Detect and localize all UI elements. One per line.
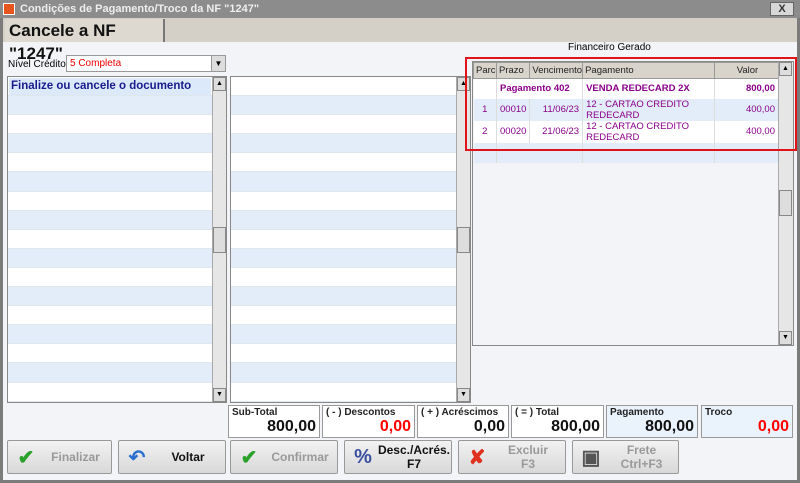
percent-icon: % <box>354 445 372 468</box>
total-label: Sub-Total <box>232 407 278 418</box>
excluir-label: Excluir <box>507 443 549 457</box>
grid-row[interactable] <box>231 325 470 345</box>
check-icon: ✔ <box>240 446 258 469</box>
scroll-thumb[interactable] <box>213 227 226 253</box>
x-icon: ✘ <box>468 446 486 469</box>
total-value: 800,00 <box>551 418 600 435</box>
financeiro-title: Financeiro Gerado <box>568 42 651 53</box>
tab-cancel-nf[interactable]: Cancele a NF "1247" <box>5 19 165 63</box>
confirmar-button[interactable]: ✔ Confirmar <box>230 440 338 474</box>
grid-row[interactable] <box>231 344 470 364</box>
voltar-label: Voltar <box>171 450 205 464</box>
voltar-button[interactable]: ↶ Voltar <box>118 440 226 474</box>
middle-grid[interactable]: ▲ ▼ <box>230 76 471 403</box>
frete-label: Frete <box>626 443 657 457</box>
grid-row[interactable] <box>8 268 226 288</box>
total-box: ( + ) Acréscimos 0,00 <box>417 405 509 438</box>
total-label: Troco <box>705 407 733 418</box>
check-icon: ✔ <box>17 446 35 469</box>
grid-row[interactable] <box>231 287 470 307</box>
grid-row[interactable] <box>8 344 226 364</box>
grid-row[interactable] <box>8 96 226 116</box>
left-scrollbar[interactable]: ▲ ▼ <box>212 77 226 402</box>
finalizar-button[interactable]: ✔ Finalizar <box>7 440 112 474</box>
grid-row[interactable] <box>8 192 226 211</box>
total-value: 800,00 <box>645 418 694 435</box>
grid-row[interactable] <box>8 363 226 383</box>
scroll-down-icon[interactable]: ▼ <box>457 388 470 402</box>
truck-icon: ▣ <box>581 446 601 469</box>
undo-icon: ↶ <box>128 446 146 469</box>
excluir-button[interactable]: ✘ Excluir F3 <box>458 440 566 474</box>
total-label: ( + ) Acréscimos <box>421 407 499 418</box>
grid-row[interactable] <box>231 363 470 383</box>
finalizar-label: Finalizar <box>51 450 100 464</box>
frete-shortcut: Ctrl+F3 <box>620 457 663 471</box>
grid-row[interactable] <box>231 153 470 173</box>
desc-shortcut: F7 <box>406 457 421 471</box>
confirmar-label: Confirmar <box>271 450 329 464</box>
window-title: Condições de Pagamento/Troco da NF "1247… <box>20 3 260 15</box>
nivel-credito-value: 5 Completa <box>70 58 122 69</box>
chevron-down-icon[interactable]: ▼ <box>211 56 225 71</box>
grid-row[interactable] <box>231 134 470 154</box>
excluir-shortcut: F3 <box>520 457 535 471</box>
total-box: ( - ) Descontos 0,00 <box>322 405 415 438</box>
grid-row[interactable] <box>8 230 226 249</box>
total-box: ( = ) Total 800,00 <box>511 405 604 438</box>
total-label: Pagamento <box>610 407 664 418</box>
total-box: Pagamento 800,00 <box>606 405 698 438</box>
grid-row[interactable] <box>8 325 226 345</box>
total-value: 0,00 <box>473 418 505 435</box>
nivel-credito-select[interactable]: 5 Completa ▼ <box>66 55 226 72</box>
grid-row[interactable] <box>231 115 470 135</box>
total-label: ( = ) Total <box>515 407 559 418</box>
highlight-box <box>465 57 797 151</box>
scroll-down-icon[interactable]: ▼ <box>213 388 226 402</box>
total-value: 0,00 <box>757 418 789 435</box>
close-button[interactable]: X <box>770 2 794 16</box>
frete-button[interactable]: ▣ Frete Ctrl+F3 <box>572 440 679 474</box>
grid-row[interactable] <box>8 172 226 192</box>
grid-row[interactable] <box>231 230 470 249</box>
desc-acres-button[interactable]: % Desc./Acrés. F7 <box>344 440 452 474</box>
grid-row[interactable] <box>8 153 226 173</box>
grid-row[interactable] <box>231 268 470 288</box>
grid-row[interactable] <box>8 248 226 268</box>
total-value: 800,00 <box>267 418 316 435</box>
grid-row[interactable] <box>231 192 470 211</box>
nivel-credito-label: Nível Crédito <box>8 59 66 70</box>
total-box: Troco 0,00 <box>701 405 793 438</box>
grid-row[interactable] <box>8 287 226 307</box>
desc-label: Desc./Acrés. <box>377 443 451 457</box>
grid-row[interactable] <box>8 115 226 135</box>
total-label: ( - ) Descontos <box>326 407 396 418</box>
title-bar: Condições de Pagamento/Troco da NF "1247… <box>0 0 800 18</box>
grid-row[interactable] <box>231 77 470 97</box>
scroll-down-icon[interactable]: ▼ <box>779 331 792 345</box>
grid-row[interactable] <box>8 383 226 402</box>
left-grid-selected-row[interactable]: Finalize ou cancele o documento <box>9 78 211 95</box>
app-icon <box>3 3 15 15</box>
grid-row[interactable] <box>8 306 226 326</box>
scroll-thumb[interactable] <box>457 227 470 253</box>
grid-row[interactable] <box>231 172 470 192</box>
grid-row[interactable] <box>8 210 226 230</box>
grid-row[interactable] <box>231 306 470 326</box>
grid-row[interactable] <box>231 210 470 230</box>
scroll-thumb[interactable] <box>779 190 792 216</box>
grid-row[interactable] <box>231 383 470 402</box>
grid-row[interactable] <box>8 134 226 154</box>
total-value: 0,00 <box>379 418 411 435</box>
left-grid[interactable]: Finalize ou cancele o documento ▲ ▼ <box>7 76 227 403</box>
total-box: Sub-Total 800,00 <box>228 405 320 438</box>
scroll-up-icon[interactable]: ▲ <box>213 77 226 91</box>
grid-row[interactable] <box>231 96 470 116</box>
grid-row[interactable] <box>231 248 470 268</box>
